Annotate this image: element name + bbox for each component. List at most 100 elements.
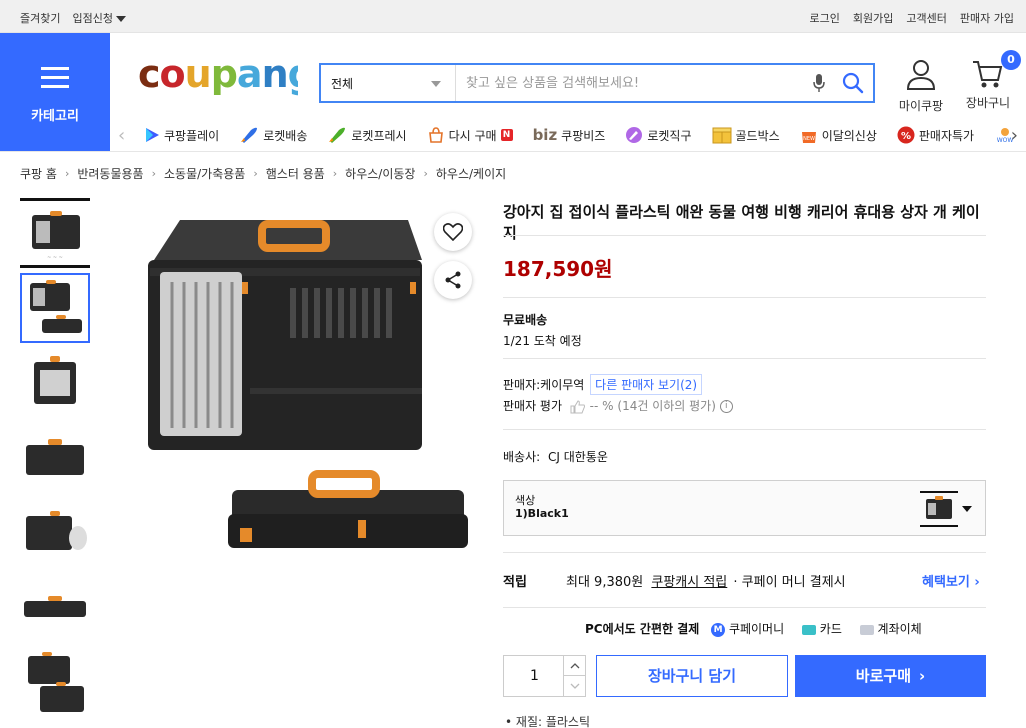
bookmark-link[interactable]: 즐겨찾기 — [20, 10, 60, 26]
catnav-item-rebuy[interactable]: 다시 구매 N — [427, 126, 513, 144]
quantity-stepper: 1 — [503, 655, 586, 697]
cart-button[interactable]: 0 장바구니 — [958, 50, 1021, 111]
header-divider — [0, 151, 1026, 152]
thumbnail[interactable] — [20, 348, 90, 418]
spec-item: • 재질: 플라스틱 — [505, 715, 591, 728]
chevron-right-icon: › — [919, 667, 926, 685]
catnav-item-coupangplay[interactable]: 쿠팡플레이 — [144, 126, 219, 144]
svg-text:coupang: coupang — [138, 55, 298, 96]
search-category-select[interactable]: 전체 — [321, 65, 456, 101]
quantity-decrease-button[interactable] — [563, 676, 585, 696]
search-bar: 전체 — [319, 63, 875, 103]
search-category-value: 전체 — [331, 77, 354, 91]
search-icon[interactable] — [833, 65, 873, 101]
seller-signup-link[interactable]: 판매자 가입 — [960, 10, 1014, 26]
option-key: 색상 — [515, 494, 536, 507]
catnav-label: 로켓직구 — [647, 128, 692, 143]
catnav-item-rocket[interactable]: 로켓배송 — [239, 126, 307, 144]
divider — [503, 552, 986, 553]
catnav-item-goldbox[interactable]: 골드박스 — [712, 126, 780, 144]
hamburger-icon — [41, 67, 69, 89]
login-link[interactable]: 로그인 — [810, 10, 840, 26]
option-select[interactable]: 색상 1)Black1 — [503, 480, 986, 536]
bank-icon — [859, 624, 874, 635]
chevron-right-icon: › — [151, 167, 156, 180]
coupang-logo[interactable]: coupang — [138, 52, 315, 109]
svg-text:NEW: NEW — [803, 136, 815, 142]
other-seller-button[interactable]: 다른 판매자 보기(2) — [590, 374, 703, 395]
spec-text: 재질: 플라스틱 — [515, 715, 591, 728]
thumbs-up-icon — [570, 399, 585, 413]
quantity-input[interactable]: 1 — [504, 656, 565, 696]
reward-label: 적립 — [503, 575, 527, 590]
info-icon[interactable]: i — [719, 400, 733, 413]
seller-rating-note: (14건 이하의 평가) — [617, 399, 716, 413]
cart-count-badge: 0 — [1001, 50, 1021, 70]
chevron-right-icon[interactable]: › — [1011, 125, 1018, 146]
catnav-label: 판매자특가 — [918, 128, 975, 143]
pay-method: 계좌이체 — [877, 622, 922, 636]
breadcrumb-item[interactable]: 햄스터 용품 — [266, 165, 325, 182]
catnav-item-global[interactable]: 로켓직구 — [625, 126, 692, 144]
global-icon — [626, 127, 643, 143]
new-badge-icon: N — [500, 129, 513, 141]
goldbox-icon — [712, 127, 732, 144]
pc-pay-label: PC에서도 간편한 결제 — [585, 622, 700, 636]
cart-label: 장바구니 — [965, 96, 1011, 110]
breadcrumb-item[interactable]: 하우스/케이지 — [436, 165, 506, 182]
shipping-label: 무료배송 — [503, 313, 548, 327]
new-icon: NEW — [801, 132, 816, 143]
thumbnail[interactable] — [20, 573, 90, 643]
catnav-label: 다시 구매 — [448, 128, 497, 143]
breadcrumb-item[interactable]: 소동물/가축용품 — [164, 165, 245, 182]
mycoupang-label: 마이쿠팡 — [898, 99, 944, 113]
breadcrumb: 쿠팡 홈 › 반려동물용품 › 소동물/가축용품 › 햄스터 용품 › 하우스/… — [20, 165, 506, 182]
category-button[interactable]: 카테고리 — [0, 33, 110, 151]
breadcrumb-item[interactable]: 쿠팡 홈 — [20, 165, 57, 182]
courier-row: 배송사: CJ 대한통운 — [503, 448, 608, 465]
catnav-item-newarrival[interactable]: NEW 이달의신상 — [800, 126, 877, 144]
buy-now-label: 바로구매 — [855, 667, 911, 685]
product-main-image[interactable] — [140, 198, 480, 588]
product-price: 187,590원 — [503, 257, 613, 281]
thumbnail-selected[interactable] — [20, 273, 90, 343]
add-to-cart-button[interactable]: 장바구니 담기 — [596, 655, 788, 697]
store-apply-link[interactable]: 입점신청 — [72, 10, 126, 26]
breadcrumb-item[interactable]: 하우스/이동장 — [345, 165, 415, 182]
logo-mark: coupang — [138, 52, 315, 96]
reward-link[interactable]: 쿠팡캐시 적립 — [651, 575, 727, 590]
divider — [503, 607, 986, 608]
utility-bar: 즐겨찾기 입점신청 로그인 회원가입 고객센터 판매자 가입 — [0, 0, 1026, 33]
thumbnail[interactable] — [20, 498, 90, 568]
rocket-fresh-icon — [329, 127, 346, 143]
play-icon — [146, 128, 159, 142]
mycoupang-button[interactable]: 마이쿠팡 — [891, 58, 951, 114]
thumbnail[interactable] — [20, 648, 90, 718]
share-button[interactable] — [434, 261, 472, 299]
thumbnail[interactable]: ~ ~ ~ — [20, 198, 90, 268]
catnav-item-rocketfresh[interactable]: 로켓프레시 — [327, 126, 407, 144]
reward-extra: · 쿠페이 머니 결제시 — [733, 575, 846, 590]
benefit-link[interactable]: 혜택보기 › — [922, 571, 980, 590]
customer-center-link[interactable]: 고객센터 — [906, 10, 946, 26]
wishlist-button[interactable] — [434, 213, 472, 251]
mic-icon[interactable] — [805, 65, 833, 101]
seller-rating-value: -- % — [589, 399, 614, 413]
pay-method: 카드 — [819, 622, 842, 636]
thumbnail[interactable] — [20, 423, 90, 493]
quantity-increase-button[interactable] — [563, 656, 585, 676]
seller-name[interactable]: 케이무역 — [540, 378, 584, 392]
store-apply-label: 입점신청 — [72, 12, 113, 25]
catnav-item-sellersale[interactable]: % 판매자특가 — [897, 126, 974, 144]
buy-now-button[interactable]: 바로구매 › — [795, 655, 986, 697]
chevron-right-icon: › — [253, 167, 258, 180]
card-icon — [801, 624, 816, 635]
product-title: 강아지 집 접이식 플라스틱 애완 동물 여행 비행 캐리어 휴대용 상자 개 … — [503, 203, 980, 242]
catnav-label: 쿠팡비즈 — [561, 128, 606, 143]
catnav-item-biz[interactable]: biz 쿠팡비즈 — [533, 126, 606, 144]
chevron-left-icon[interactable]: ‹ — [118, 125, 125, 146]
signup-link[interactable]: 회원가입 — [853, 10, 893, 26]
catnav-label: 쿠팡플레이 — [164, 128, 220, 143]
breadcrumb-item[interactable]: 반려동물용품 — [77, 165, 143, 182]
search-input[interactable] — [456, 65, 805, 101]
